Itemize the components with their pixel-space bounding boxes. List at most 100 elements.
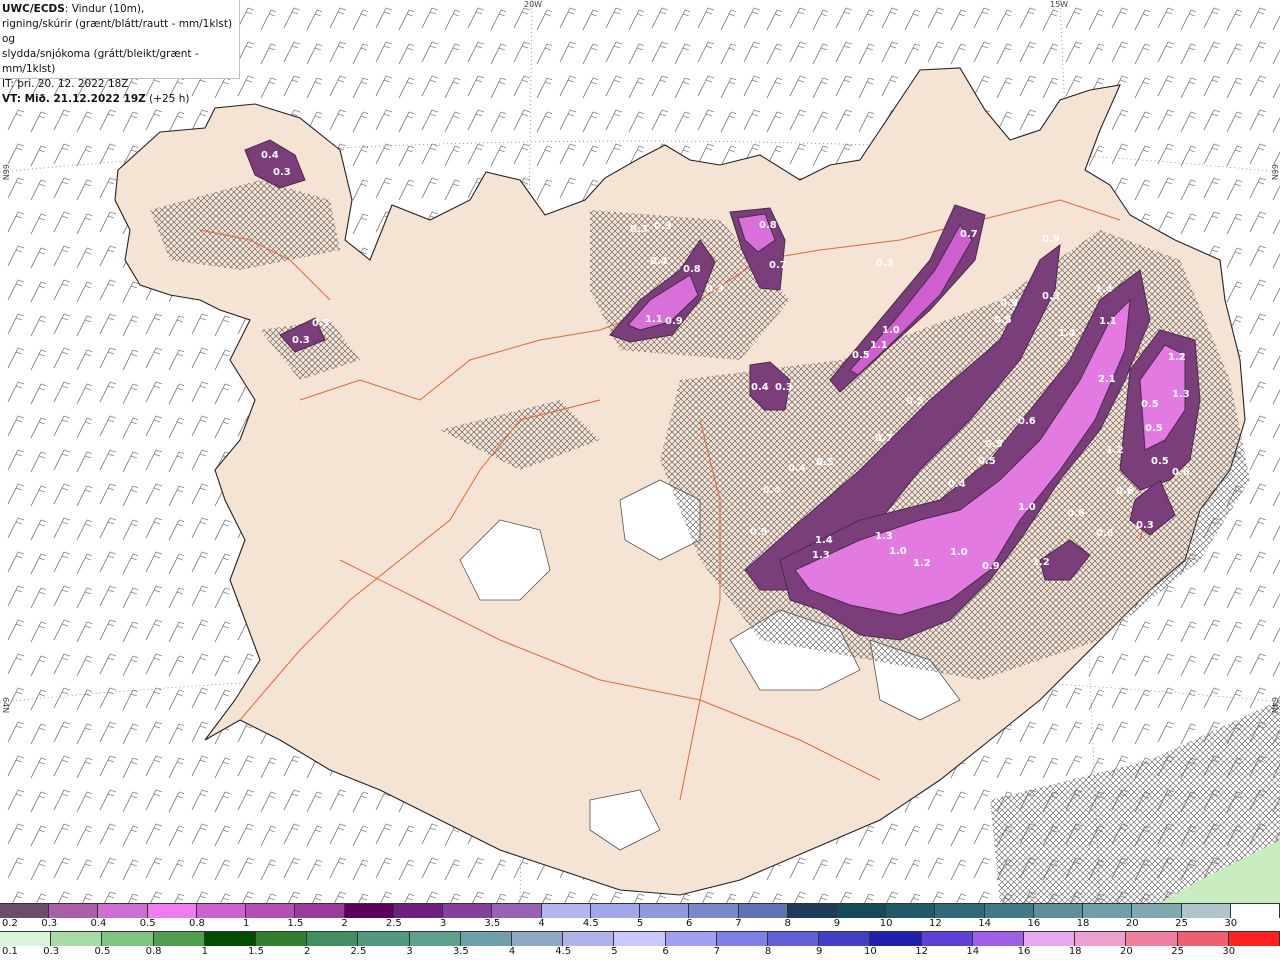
legend-label: 5	[611, 946, 618, 957]
legend-swatch	[153, 932, 205, 946]
precip-value: 1.0	[889, 546, 907, 557]
info-lead-time: (+25 h)	[145, 93, 190, 105]
legend-label: 8	[764, 946, 772, 957]
legend-label: 14	[978, 918, 991, 929]
info-valid-time: VT: Mið. 21.12.2022 19Z	[2, 93, 146, 105]
legend-label: 3	[406, 946, 413, 957]
legend-label: 16	[1017, 946, 1031, 957]
legend-label: 0.8	[188, 918, 205, 929]
legend-swatch	[836, 904, 887, 918]
legend-swatch	[1033, 904, 1084, 918]
legend-swatch	[590, 904, 641, 918]
legend-label: 2	[304, 946, 311, 957]
map-info-box: UWC/ECDS: Vindur (10m), rigning/skúrir (…	[0, 0, 240, 105]
legend-swatch	[921, 932, 973, 946]
iceland-map-svg: 0.4 0.3 0.3 0.3 0.3 0.3 0.4 0.8 0.3 1.1 …	[0, 0, 1280, 903]
precip-value: 0.3	[312, 318, 330, 329]
weather-map: 0.4 0.3 0.3 0.3 0.3 0.3 0.4 0.8 0.3 1.1 …	[0, 0, 1280, 903]
legend-label: 0.5	[94, 946, 111, 957]
grid-label-64n-left: 64N	[1, 697, 10, 714]
precip-value: 1.2	[1168, 352, 1186, 363]
precip-value: 0.6	[1172, 467, 1190, 478]
precip-value: 0.6	[1067, 508, 1085, 519]
legend-swatch	[204, 932, 257, 946]
legend-label: 6	[662, 946, 669, 957]
legend-label: 0.3	[43, 946, 60, 957]
legend-swatch	[49, 904, 99, 918]
legend-swatch	[443, 904, 493, 918]
precip-value: 0.3	[775, 382, 793, 393]
precip-value: 1.4	[815, 535, 833, 546]
precip-value: 0.4	[650, 256, 668, 267]
legend-swatch	[393, 904, 444, 918]
legend-label: 2.5	[385, 918, 402, 929]
precip-value: 0.5	[985, 439, 1003, 450]
legend-swatch	[787, 904, 837, 918]
legend-swatch	[935, 904, 985, 918]
legend-rain-colorbar	[0, 931, 1280, 946]
legend-swatch	[1132, 904, 1182, 918]
legend-label: 20	[1125, 918, 1139, 929]
legend-swatch	[1024, 932, 1076, 946]
precip-value: 1.4	[1095, 284, 1113, 295]
precip-value: 0.5	[906, 396, 924, 407]
precip-value: 0.4	[763, 485, 781, 496]
legend-swatch	[870, 932, 922, 946]
legend-swatch	[738, 904, 788, 918]
legend-swatch	[196, 904, 247, 918]
precip-value: 0.7	[769, 260, 787, 271]
legend-label: 2	[341, 918, 348, 929]
legend-label: 5	[636, 918, 644, 929]
legend-swatch	[1083, 904, 1133, 918]
precip-value: 0.8	[759, 220, 777, 231]
legend-swatch	[563, 932, 615, 946]
precip-value: 0.6	[1018, 416, 1036, 427]
info-line-1-text: : Vindur (10m),	[64, 3, 145, 15]
precip-value: 0.4	[751, 382, 769, 393]
grid-label-64n-right: 64N	[1270, 697, 1279, 714]
legend-swatch	[492, 904, 542, 918]
legend-swatch	[665, 932, 717, 946]
legend-label: 18	[1068, 946, 1082, 957]
legend-label: 1	[201, 946, 208, 957]
legend-swatch	[984, 904, 1034, 918]
legend-label: 25	[1175, 918, 1188, 929]
precip-value: 0.5	[1151, 456, 1169, 467]
grid-label-66n-right: 66N	[1270, 164, 1279, 181]
legend-swatch	[1230, 904, 1280, 918]
legend-label: 0.4	[90, 918, 107, 929]
precip-value: 0.3	[273, 167, 291, 178]
legend-label: 4	[508, 946, 516, 957]
legend-label: 7	[735, 918, 742, 929]
legend-label: 6	[686, 918, 693, 929]
precip-value: 0.6	[1116, 486, 1134, 497]
precip-value: 1.2	[913, 558, 931, 569]
precip-value: 0.5	[1141, 399, 1159, 410]
precip-value: 0.9	[665, 316, 683, 327]
precip-value: 0.6	[1096, 528, 1114, 539]
legend-swatch	[716, 932, 769, 946]
legend-label: 12	[929, 918, 942, 929]
info-line-4: IT: þri. 20. 12. 2022 18Z	[2, 78, 129, 90]
legend-swatch	[1075, 932, 1127, 946]
info-line-3: slydda/snjókoma (grátt/bleikt/grænt - mm…	[2, 48, 199, 75]
legend-snow-colorbar	[0, 903, 1280, 918]
legend-label: 30	[1222, 946, 1236, 957]
legend-swatch	[256, 932, 308, 946]
legend-label: 10	[879, 918, 893, 929]
info-line-2: rigning/skúrir (grænt/blátt/rautt - mm/1…	[2, 18, 233, 45]
precip-value: 0.9	[1042, 234, 1060, 245]
legend-label: 3.5	[452, 946, 469, 957]
legend-label: 0.8	[145, 946, 162, 957]
precip-value: 0.3	[1042, 291, 1060, 302]
legend-swatch	[614, 932, 666, 946]
legend-label: 9	[816, 946, 823, 957]
legend-label: 12	[915, 946, 928, 957]
precip-value: 0.7	[875, 433, 893, 444]
legend-label: 9	[833, 918, 841, 929]
legend-label: 30	[1224, 918, 1238, 929]
legend-swatch	[460, 932, 513, 946]
legend-swatch	[358, 932, 410, 946]
legend-label: 3.5	[484, 918, 501, 929]
legend-swatch	[147, 904, 197, 918]
